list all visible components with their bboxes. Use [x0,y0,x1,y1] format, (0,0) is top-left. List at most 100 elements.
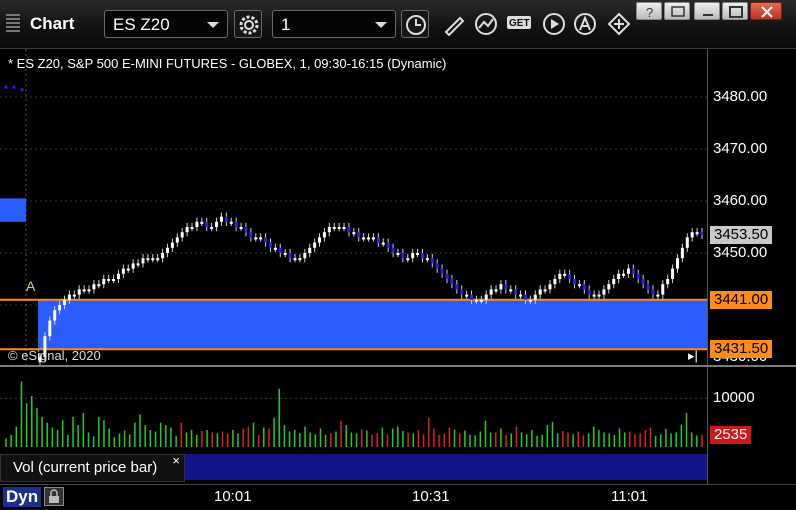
pencil-icon[interactable] [440,10,468,38]
drag-grip-icon[interactable] [6,14,20,32]
candle [322,232,326,238]
candle [107,279,111,281]
crosshair-icon[interactable] [605,10,633,38]
candle [391,247,395,253]
candle [440,268,444,274]
candle [577,284,581,287]
candle [396,253,400,255]
candle [675,258,679,269]
copyright-text: © eSignal, 2020 [8,348,101,363]
candle [386,242,390,248]
candle [116,273,120,279]
candle [509,289,513,292]
candle [53,310,57,321]
candle [210,227,214,229]
candle [666,279,670,285]
volume-legend[interactable]: Vol (current price bar) × [0,453,185,482]
current-price-tag: 3453.50 [710,225,773,244]
candle [631,268,635,274]
candle [362,237,366,240]
candle [87,289,91,292]
candle [264,237,268,243]
clock-icon[interactable] [401,10,429,38]
candle [646,284,650,290]
svg-text:?: ? [646,5,653,20]
candle [180,232,184,238]
close-icon[interactable] [750,2,782,20]
candle [278,247,282,253]
marker-label: A [26,278,36,294]
restore-icon[interactable] [664,2,690,20]
candle [671,268,675,279]
minimize-icon[interactable] [694,2,720,20]
candle [543,289,547,292]
interval-combo[interactable]: 1 [272,10,396,38]
candle [548,284,552,290]
volume-axis[interactable]: 10000 2535 [707,367,796,484]
candle [479,299,483,302]
svg-text:GET: GET [509,18,530,29]
candle [352,232,356,235]
interval-value: 1 [281,15,291,34]
candle [175,237,179,243]
candle [612,279,616,285]
candle [156,258,160,261]
candle [273,247,277,250]
candle [636,273,640,279]
volume-legend-bar [185,454,707,480]
line-study-icon[interactable] [473,10,501,38]
candle [303,253,307,259]
candle [484,294,488,300]
candle [102,279,106,285]
candle [455,284,459,290]
symbol-combo[interactable]: ES Z20 [104,10,228,38]
level-price-tag: 3441.00 [710,290,773,309]
help-icon[interactable]: ? [636,2,662,20]
candle [602,289,606,295]
symbol-value: ES Z20 [113,15,170,34]
candle [474,299,478,302]
candle [607,284,611,290]
candle [661,284,665,295]
candle [12,85,16,89]
time-axis[interactable]: Dyn 10:01 10:31 11:01 [0,484,796,509]
dynamic-mode-label[interactable]: Dyn [3,487,42,507]
scroll-to-end-icon[interactable]: ▸| [688,348,698,364]
candle [224,216,228,222]
candle [283,253,287,255]
candle [376,237,380,243]
candle [141,258,145,264]
candle [259,237,263,240]
price-chart[interactable]: * ES Z20, S&P 500 E-MINI FUTURES - GLOBE… [0,49,707,367]
a-icon[interactable] [572,10,600,38]
candle [568,273,572,279]
candle [190,227,194,229]
candle [573,279,577,285]
candle [165,247,169,253]
candle [617,273,621,279]
candle [327,227,331,233]
play-icon[interactable] [540,10,568,38]
candle [371,237,375,240]
candle [519,294,523,297]
candle [92,284,96,290]
candle [318,237,322,243]
candle [494,289,498,292]
settings-gear-icon[interactable] [234,10,262,38]
candle [357,232,361,238]
window-title: Chart [30,14,75,33]
candle [533,294,537,300]
time-tick-label: 10:01 [214,488,252,505]
price-chart-canvas [0,49,707,367]
lock-icon[interactable] [44,487,64,506]
candle [411,253,415,259]
candle [685,237,689,248]
get-icon[interactable]: GET [506,10,534,38]
candle [151,258,155,261]
maximize-icon[interactable] [722,2,748,20]
candle [72,294,76,297]
candle [332,227,336,229]
price-axis[interactable]: 3480.003470.003460.003450.003440.003430.… [707,49,796,367]
current-volume-tag: 2535 [710,425,752,444]
close-study-icon[interactable]: × [172,453,180,468]
